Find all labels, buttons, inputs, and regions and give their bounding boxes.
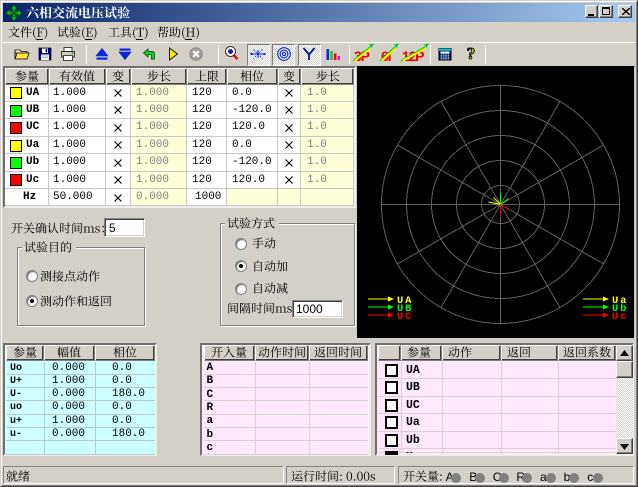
svg-text:Uc: Uc [612, 311, 628, 323]
svg-text:UC: UC [397, 311, 413, 323]
